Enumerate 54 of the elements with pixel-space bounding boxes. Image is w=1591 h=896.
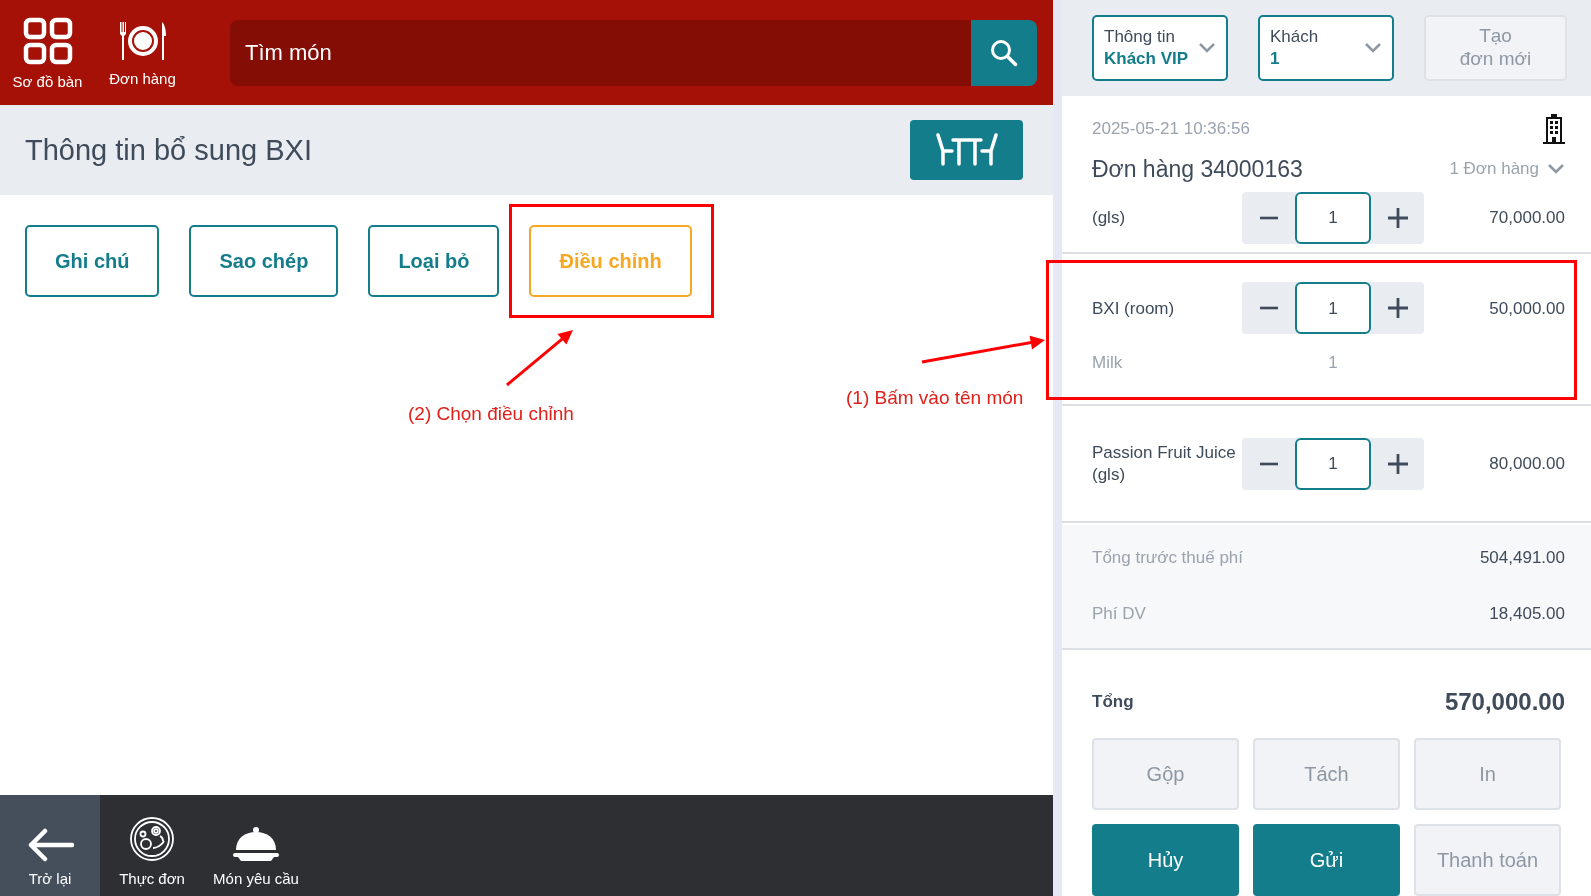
chevron-down-icon xyxy=(1547,162,1565,175)
bottom-nav-item[interactable]: Trở lại xyxy=(0,795,100,896)
action-button[interactable]: Ghi chú xyxy=(25,225,160,297)
item-price: 80,000.00 xyxy=(1488,452,1565,475)
back-arrow-icon xyxy=(26,827,74,862)
total-value: 570,000.00 xyxy=(1444,687,1565,717)
minus-icon xyxy=(1259,461,1278,466)
order-button[interactable]: Hủy xyxy=(1092,824,1239,896)
search-field[interactable]: Tìm món xyxy=(230,19,971,86)
plus-icon xyxy=(1387,208,1408,228)
nav-item[interactable]: Đơn hàng xyxy=(95,13,190,92)
plus-icon xyxy=(1387,298,1408,319)
minus-icon xyxy=(1259,216,1278,220)
bottom-nav-item[interactable]: Món yêu cầu xyxy=(204,795,308,896)
search-icon xyxy=(990,38,1018,67)
subtotal-label: Tổng trước thuế phí xyxy=(1092,547,1244,569)
order-title: Đơn hàng 34000163 xyxy=(1092,154,1303,184)
modifier-name: Milk xyxy=(1092,352,1124,375)
action-button[interactable]: Loại bỏ xyxy=(368,225,500,297)
table-chairs-icon xyxy=(935,133,998,167)
quantity-field[interactable]: 1 xyxy=(1295,437,1371,490)
building-icon xyxy=(1543,113,1565,144)
table-button[interactable] xyxy=(910,120,1023,180)
action-button[interactable]: Sao chép xyxy=(189,225,339,297)
dropdown[interactable]: Khách 1 xyxy=(1258,15,1394,81)
grid-icon xyxy=(22,16,73,65)
chevron-down-icon xyxy=(1198,41,1216,54)
search-button[interactable] xyxy=(971,19,1037,86)
subtotal-value: 18,405.00 xyxy=(1489,602,1565,625)
quantity-field[interactable]: 1 xyxy=(1295,282,1371,335)
dropdown[interactable]: Thông tin Khách VIP xyxy=(1092,15,1228,81)
item-name[interactable]: BXI (room) xyxy=(1092,297,1242,319)
food-plate-icon xyxy=(129,815,175,862)
annotation-text: (1) Bấm vào tên món xyxy=(846,386,1024,410)
section-title: Thông tin bổ sung BXI xyxy=(25,132,312,168)
item-name[interactable]: Passion Fruit Juice (gls) xyxy=(1092,442,1242,485)
order-button[interactable]: Gửi xyxy=(1253,824,1400,896)
total-label: Tổng xyxy=(1092,691,1134,714)
subtotal-label: Phí DV xyxy=(1092,602,1146,625)
bottom-nav-item[interactable]: Thực đơn xyxy=(100,795,204,896)
plus-icon xyxy=(1387,453,1408,474)
item-name[interactable]: (gls) xyxy=(1092,207,1242,229)
plate-cutlery-icon xyxy=(117,19,168,62)
modifier-quantity: 1 xyxy=(1328,353,1338,373)
annotation-text: (2) Chọn điều chỉnh xyxy=(408,402,574,426)
minus-icon xyxy=(1259,306,1278,311)
quantity-field[interactable]: 1 xyxy=(1295,192,1371,244)
chevron-down-icon xyxy=(1364,41,1382,54)
item-price: 50,000.00 xyxy=(1488,297,1565,320)
cloche-icon xyxy=(232,825,280,862)
subtotal-value: 504,491.00 xyxy=(1479,547,1565,569)
nav-item[interactable]: Sơ đồ bàn xyxy=(0,10,95,95)
order-datetime: 2025-05-21 10:36:56 xyxy=(1092,117,1250,140)
item-price: 70,000.00 xyxy=(1488,207,1565,230)
